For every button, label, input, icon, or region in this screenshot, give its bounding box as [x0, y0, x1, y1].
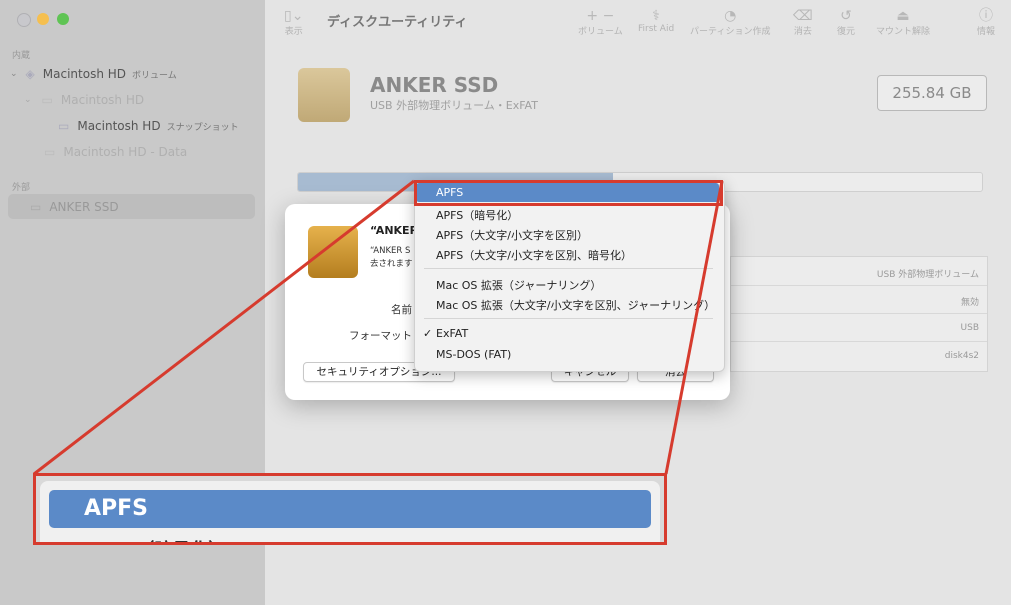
zoom-border — [33, 473, 667, 545]
